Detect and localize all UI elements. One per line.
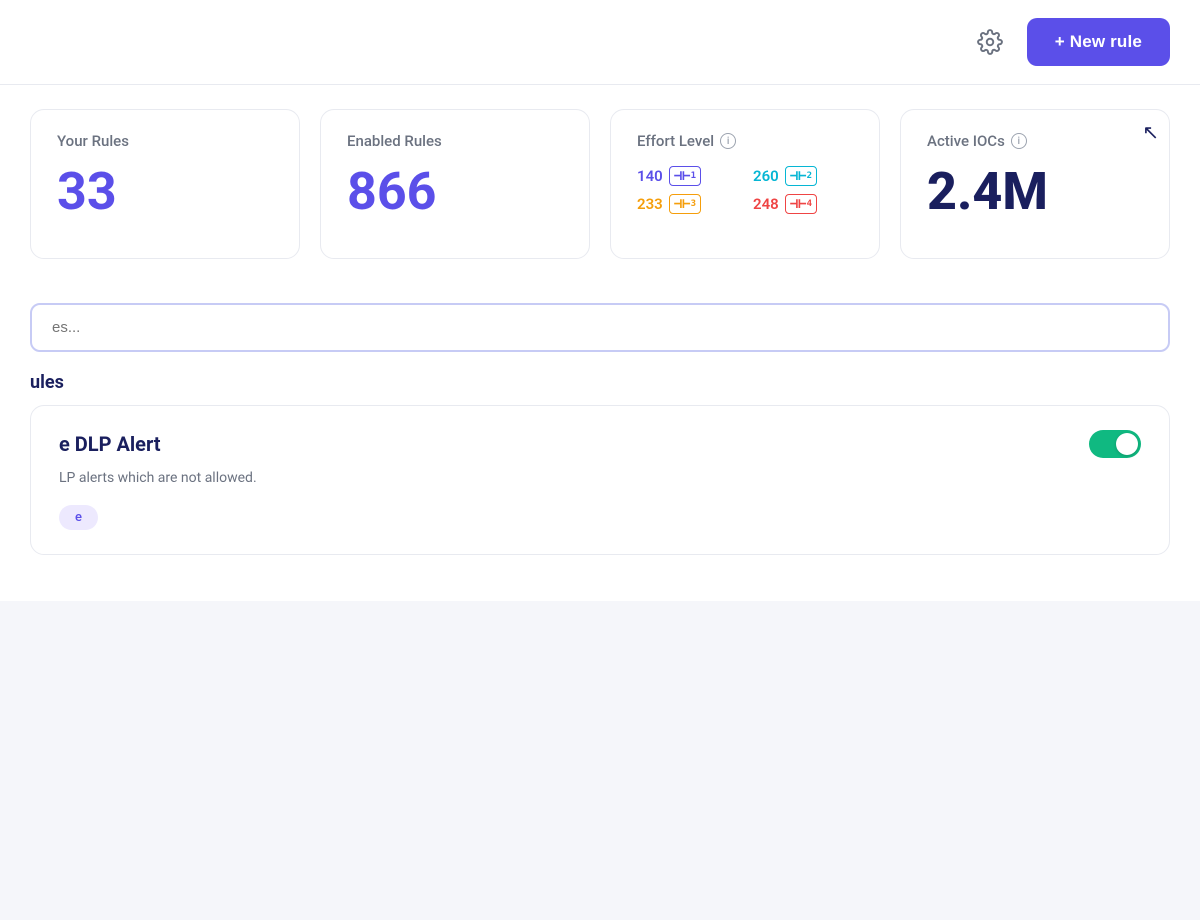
toggle-thumb (1116, 433, 1138, 455)
settings-button[interactable] (969, 21, 1011, 63)
active-iocs-title: Active IOCs i (927, 132, 1143, 150)
effort-item-4: 248 ⊣⊢4 (753, 194, 853, 214)
rule-toggle[interactable] (1089, 430, 1141, 458)
effort-item-2: 260 ⊣⊢2 (753, 166, 853, 186)
enabled-rules-card: Enabled Rules 866 (320, 109, 590, 259)
rules-area: e DLP Alert LP alerts which are not allo… (0, 405, 1200, 601)
cursor-indicator: ↖ (1142, 120, 1159, 144)
effort-item-3: 233 ⊣⊢3 (637, 194, 737, 214)
rule-card: e DLP Alert LP alerts which are not allo… (30, 405, 1170, 555)
rule-title: e DLP Alert (59, 432, 161, 456)
your-rules-value: 33 (57, 166, 273, 218)
effort-level-info-icon[interactable]: i (720, 133, 736, 149)
rule-description: LP alerts which are not allowed. (59, 468, 1141, 489)
effort-level-card: Effort Level i 140 ⊣⊢1 260 ⊣⊢2 233 ⊣⊢3 2… (610, 109, 880, 259)
enabled-rules-title: Enabled Rules (347, 132, 563, 150)
effort-icon-3: ⊣⊢3 (669, 194, 701, 214)
search-input[interactable] (30, 303, 1170, 352)
rule-card-header: e DLP Alert (59, 430, 1141, 458)
active-iocs-info-icon[interactable]: i (1011, 133, 1027, 149)
enabled-rules-value: 866 (347, 166, 563, 218)
stats-row: Your Rules 33 Enabled Rules 866 Effort L… (0, 85, 1200, 283)
your-rules-title: Your Rules (57, 132, 273, 150)
section-title: ules (30, 372, 64, 393)
your-rules-card: Your Rules 33 (30, 109, 300, 259)
new-rule-button[interactable]: + New rule (1027, 18, 1170, 66)
effort-icon-2: ⊣⊢2 (785, 166, 817, 186)
effort-level-title: Effort Level i (637, 132, 853, 150)
toggle-track (1089, 430, 1141, 458)
effort-grid: 140 ⊣⊢1 260 ⊣⊢2 233 ⊣⊢3 248 ⊣⊢4 (637, 166, 853, 214)
effort-icon-4: ⊣⊢4 (785, 194, 817, 214)
effort-item-1: 140 ⊣⊢1 (637, 166, 737, 186)
active-iocs-value: 2.4M (927, 166, 1143, 218)
search-area (0, 283, 1200, 352)
top-bar: + New rule (0, 0, 1200, 85)
section-label: ules (0, 352, 1200, 405)
active-iocs-card: Active IOCs i 2.4M ↖ (900, 109, 1170, 259)
effort-icon-1: ⊣⊢1 (669, 166, 701, 186)
rule-badge[interactable]: e (59, 505, 98, 530)
